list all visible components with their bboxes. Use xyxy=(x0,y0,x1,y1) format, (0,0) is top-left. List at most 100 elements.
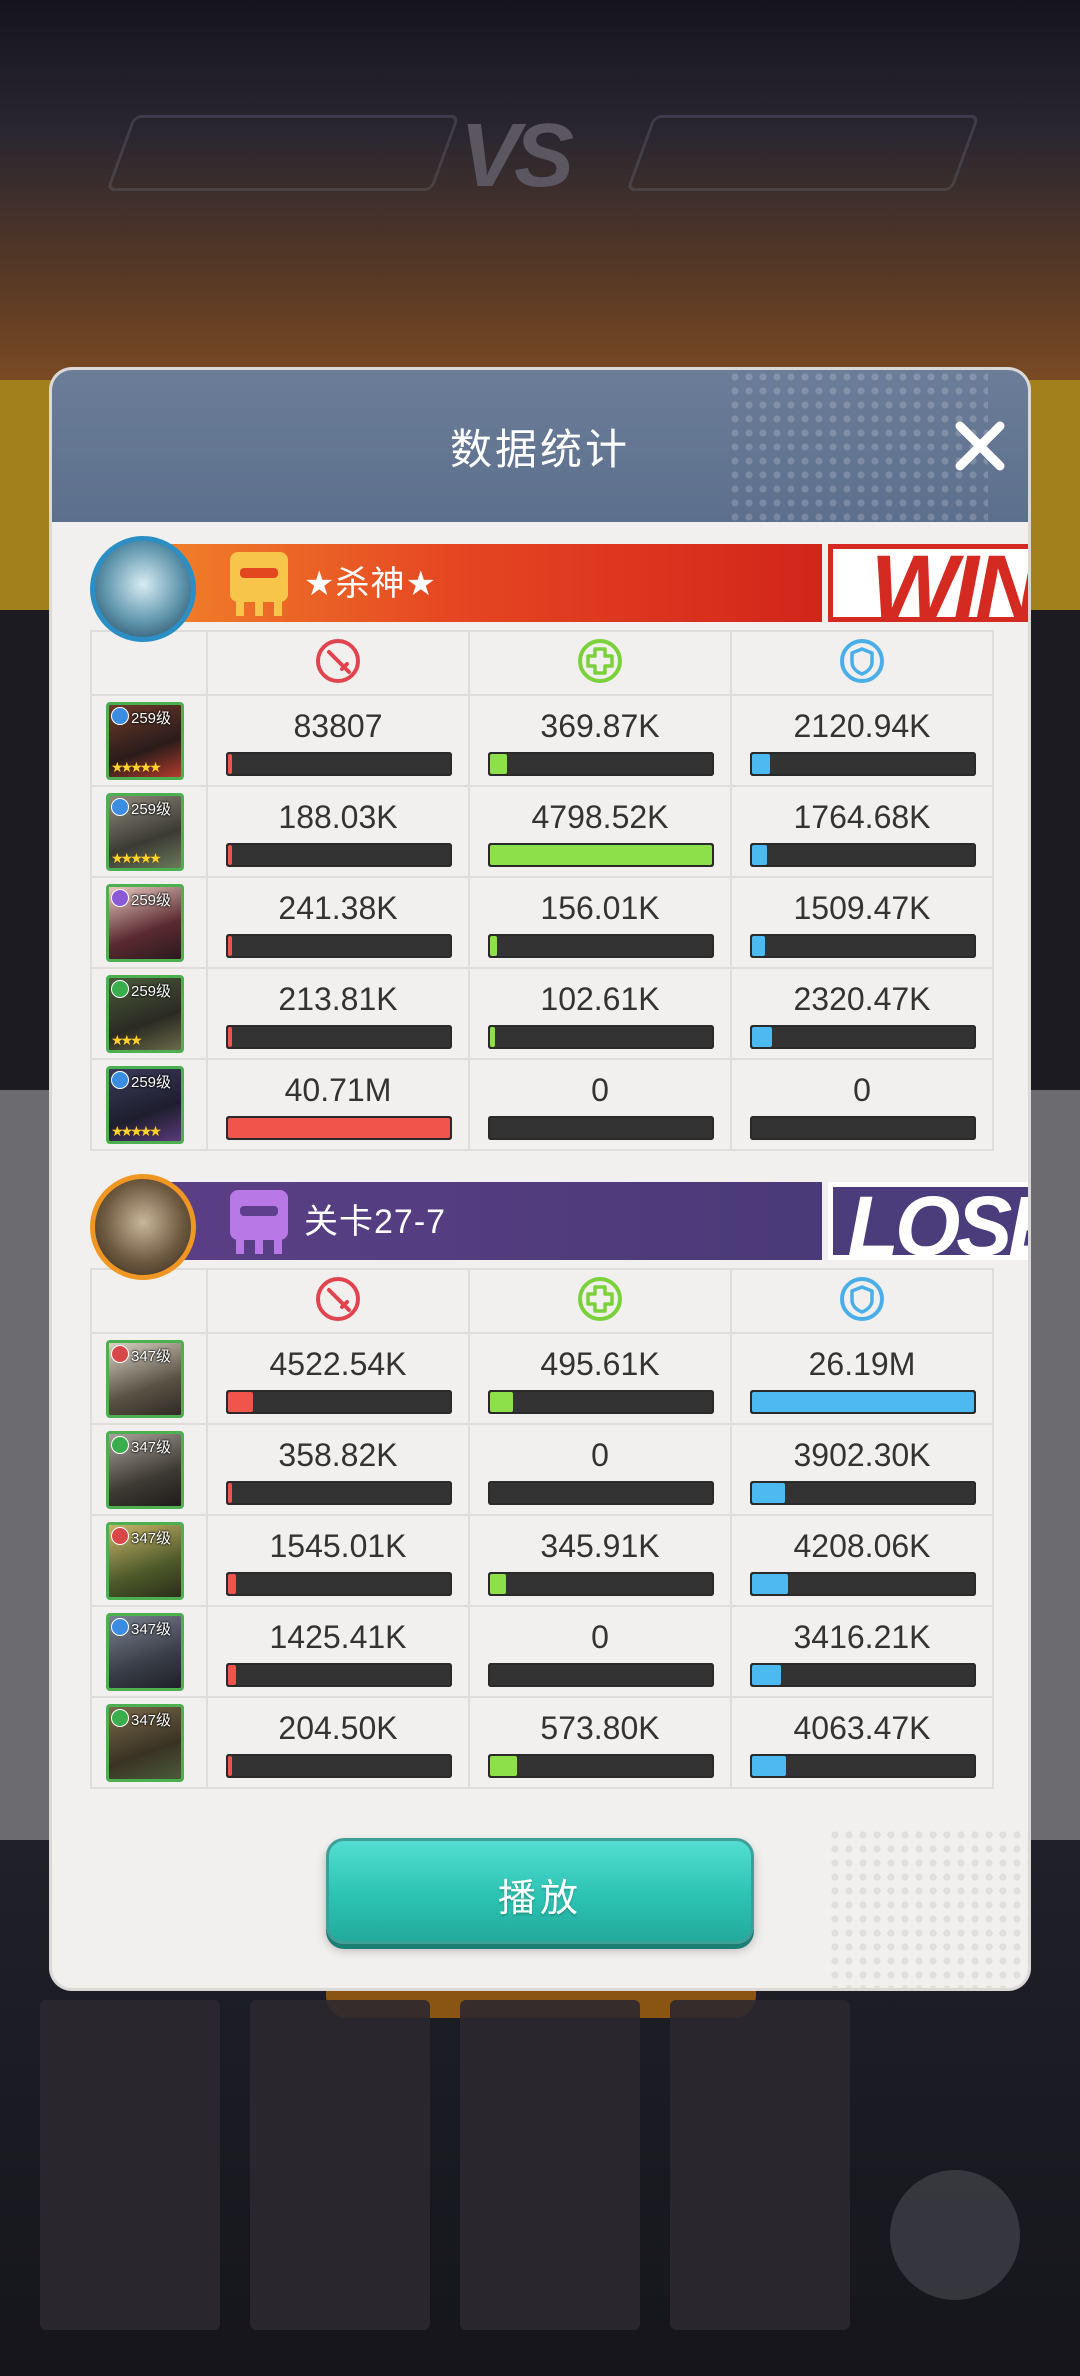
damage-bar xyxy=(226,1663,452,1687)
heal-plus-icon xyxy=(578,638,622,683)
heal-value: 573.80K xyxy=(540,1710,660,1746)
heal-bar xyxy=(488,1754,714,1778)
heal-bar xyxy=(488,1481,714,1505)
hero-portrait[interactable]: 259级 ★★★★★ xyxy=(106,793,184,871)
tank-value: 1509.47K xyxy=(793,890,931,926)
heal-bar-fill xyxy=(490,1027,495,1047)
hero-stats-row: 347级 358.82K 0 3902.30K xyxy=(90,1423,994,1516)
hero-stats-row: 259级 ★★★★★ 40.71M 0 0 xyxy=(90,1058,994,1151)
damage-value: 204.50K xyxy=(278,1710,398,1746)
damage-bar-fill xyxy=(228,1483,232,1503)
damage-bar xyxy=(226,752,452,776)
heal-bar-fill xyxy=(490,936,497,956)
tank-cell: 3416.21K xyxy=(730,1605,994,1698)
heal-cell: 156.01K xyxy=(468,876,732,969)
tank-bar xyxy=(750,1572,976,1596)
damage-cell: 40.71M xyxy=(206,1058,470,1151)
header-tank xyxy=(730,1268,994,1334)
heal-value: 495.61K xyxy=(540,1346,660,1382)
tank-bar xyxy=(750,1025,976,1049)
heal-value: 345.91K xyxy=(540,1528,660,1564)
tank-cell: 1764.68K xyxy=(730,785,994,878)
shield-icon xyxy=(840,1276,884,1321)
replay-button-label: 播放 xyxy=(497,1878,582,1920)
heal-bar-fill xyxy=(490,1574,506,1594)
hero-stars: ★★★ xyxy=(111,1032,143,1048)
heal-bar xyxy=(488,1572,714,1596)
heal-cell: 4798.52K xyxy=(468,785,732,878)
faction-gem-icon xyxy=(111,980,129,998)
stats-header-row xyxy=(90,1268,994,1334)
hero-portrait[interactable]: 347级 xyxy=(106,1704,184,1782)
hero-stats-row: 347级 204.50K 573.80K 4063.47K xyxy=(90,1696,994,1789)
hero-portrait[interactable]: 347级 xyxy=(106,1613,184,1691)
hero-level: 259级 xyxy=(131,892,172,909)
tank-bar xyxy=(750,1663,976,1687)
heal-value: 0 xyxy=(591,1619,609,1655)
hero-portrait[interactable]: 259级 ★★★★★ xyxy=(106,702,184,780)
heal-cell: 573.80K xyxy=(468,1696,732,1789)
header-damage xyxy=(206,630,470,696)
tank-value: 4063.47K xyxy=(793,1710,931,1746)
damage-value: 241.38K xyxy=(278,890,398,926)
hero-cell: 259级 ★★★★★ xyxy=(90,694,208,787)
faction-gem-icon xyxy=(111,1071,129,1089)
heal-bar xyxy=(488,1663,714,1687)
heal-value: 0 xyxy=(591,1072,609,1108)
faction-gem-icon xyxy=(111,1618,129,1636)
tank-value: 26.19M xyxy=(808,1346,916,1382)
battle-stats-dialog: 数据统计 ★杀神★ WIN 259级 ★★★★★ 83807 369.87K 2… xyxy=(52,370,1028,1988)
background-hero-card xyxy=(250,2000,430,2330)
hero-stats-row: 259级 241.38K 156.01K 1509.47K xyxy=(90,876,994,969)
tank-cell: 4208.06K xyxy=(730,1514,994,1607)
tank-bar xyxy=(750,1754,976,1778)
tank-bar-fill xyxy=(752,1392,974,1412)
faction-gem-icon xyxy=(111,707,129,725)
stats-header-row xyxy=(90,630,994,696)
team-stats-table: 259级 ★★★★★ 83807 369.87K 2120.94K 259级 ★… xyxy=(90,630,994,1151)
heal-value: 102.61K xyxy=(540,981,660,1017)
hero-portrait[interactable]: 347级 xyxy=(106,1522,184,1600)
header-heal xyxy=(468,1268,732,1334)
damage-bar xyxy=(226,1754,452,1778)
dialog-title: 数据统计 xyxy=(449,426,630,473)
damage-bar xyxy=(226,934,452,958)
tank-bar xyxy=(750,1481,976,1505)
hero-stats-row: 259级 ★★★ 213.81K 102.61K 2320.47K xyxy=(90,967,994,1060)
tank-cell: 26.19M xyxy=(730,1332,994,1425)
close-button[interactable] xyxy=(940,406,1020,486)
hero-level: 347级 xyxy=(131,1712,172,1729)
hero-cell: 347级 xyxy=(90,1514,208,1607)
heal-bar-fill xyxy=(490,845,712,865)
hero-cell: 259级 ★★★ xyxy=(90,967,208,1060)
hero-level: 347级 xyxy=(131,1530,172,1547)
background-vs-mark: VS xyxy=(460,106,574,206)
damage-cell: 83807 xyxy=(206,694,470,787)
heal-cell: 0 xyxy=(468,1423,732,1516)
hero-level: 347级 xyxy=(131,1348,172,1365)
tank-value: 2120.94K xyxy=(793,708,931,744)
damage-cell: 1425.41K xyxy=(206,1605,470,1698)
hero-portrait[interactable]: 259级 xyxy=(106,884,184,962)
damage-bar-fill xyxy=(228,936,232,956)
heal-bar-fill xyxy=(490,754,507,774)
heal-plus-icon xyxy=(578,1276,622,1321)
tank-bar xyxy=(750,843,976,867)
damage-cell: 4522.54K xyxy=(206,1332,470,1425)
replay-button[interactable]: 播放 xyxy=(326,1838,754,1944)
sword-icon xyxy=(316,1276,360,1321)
hero-stats-row: 347级 1425.41K 0 3416.21K xyxy=(90,1605,994,1698)
team-avatar[interactable] xyxy=(90,1174,196,1280)
hero-portrait[interactable]: 347级 xyxy=(106,1340,184,1418)
hero-portrait[interactable]: 259级 ★★★ xyxy=(106,975,184,1053)
tank-bar-fill xyxy=(752,845,767,865)
hero-portrait[interactable]: 259级 ★★★★★ xyxy=(106,1066,184,1144)
damage-bar-fill xyxy=(228,1118,450,1138)
guild-emblem-icon xyxy=(230,552,288,616)
hero-portrait[interactable]: 347级 xyxy=(106,1431,184,1509)
damage-bar-fill xyxy=(228,1392,253,1412)
tank-cell: 1509.47K xyxy=(730,876,994,969)
heal-bar xyxy=(488,843,714,867)
hero-cell: 347级 xyxy=(90,1423,208,1516)
team-avatar[interactable] xyxy=(90,536,196,642)
